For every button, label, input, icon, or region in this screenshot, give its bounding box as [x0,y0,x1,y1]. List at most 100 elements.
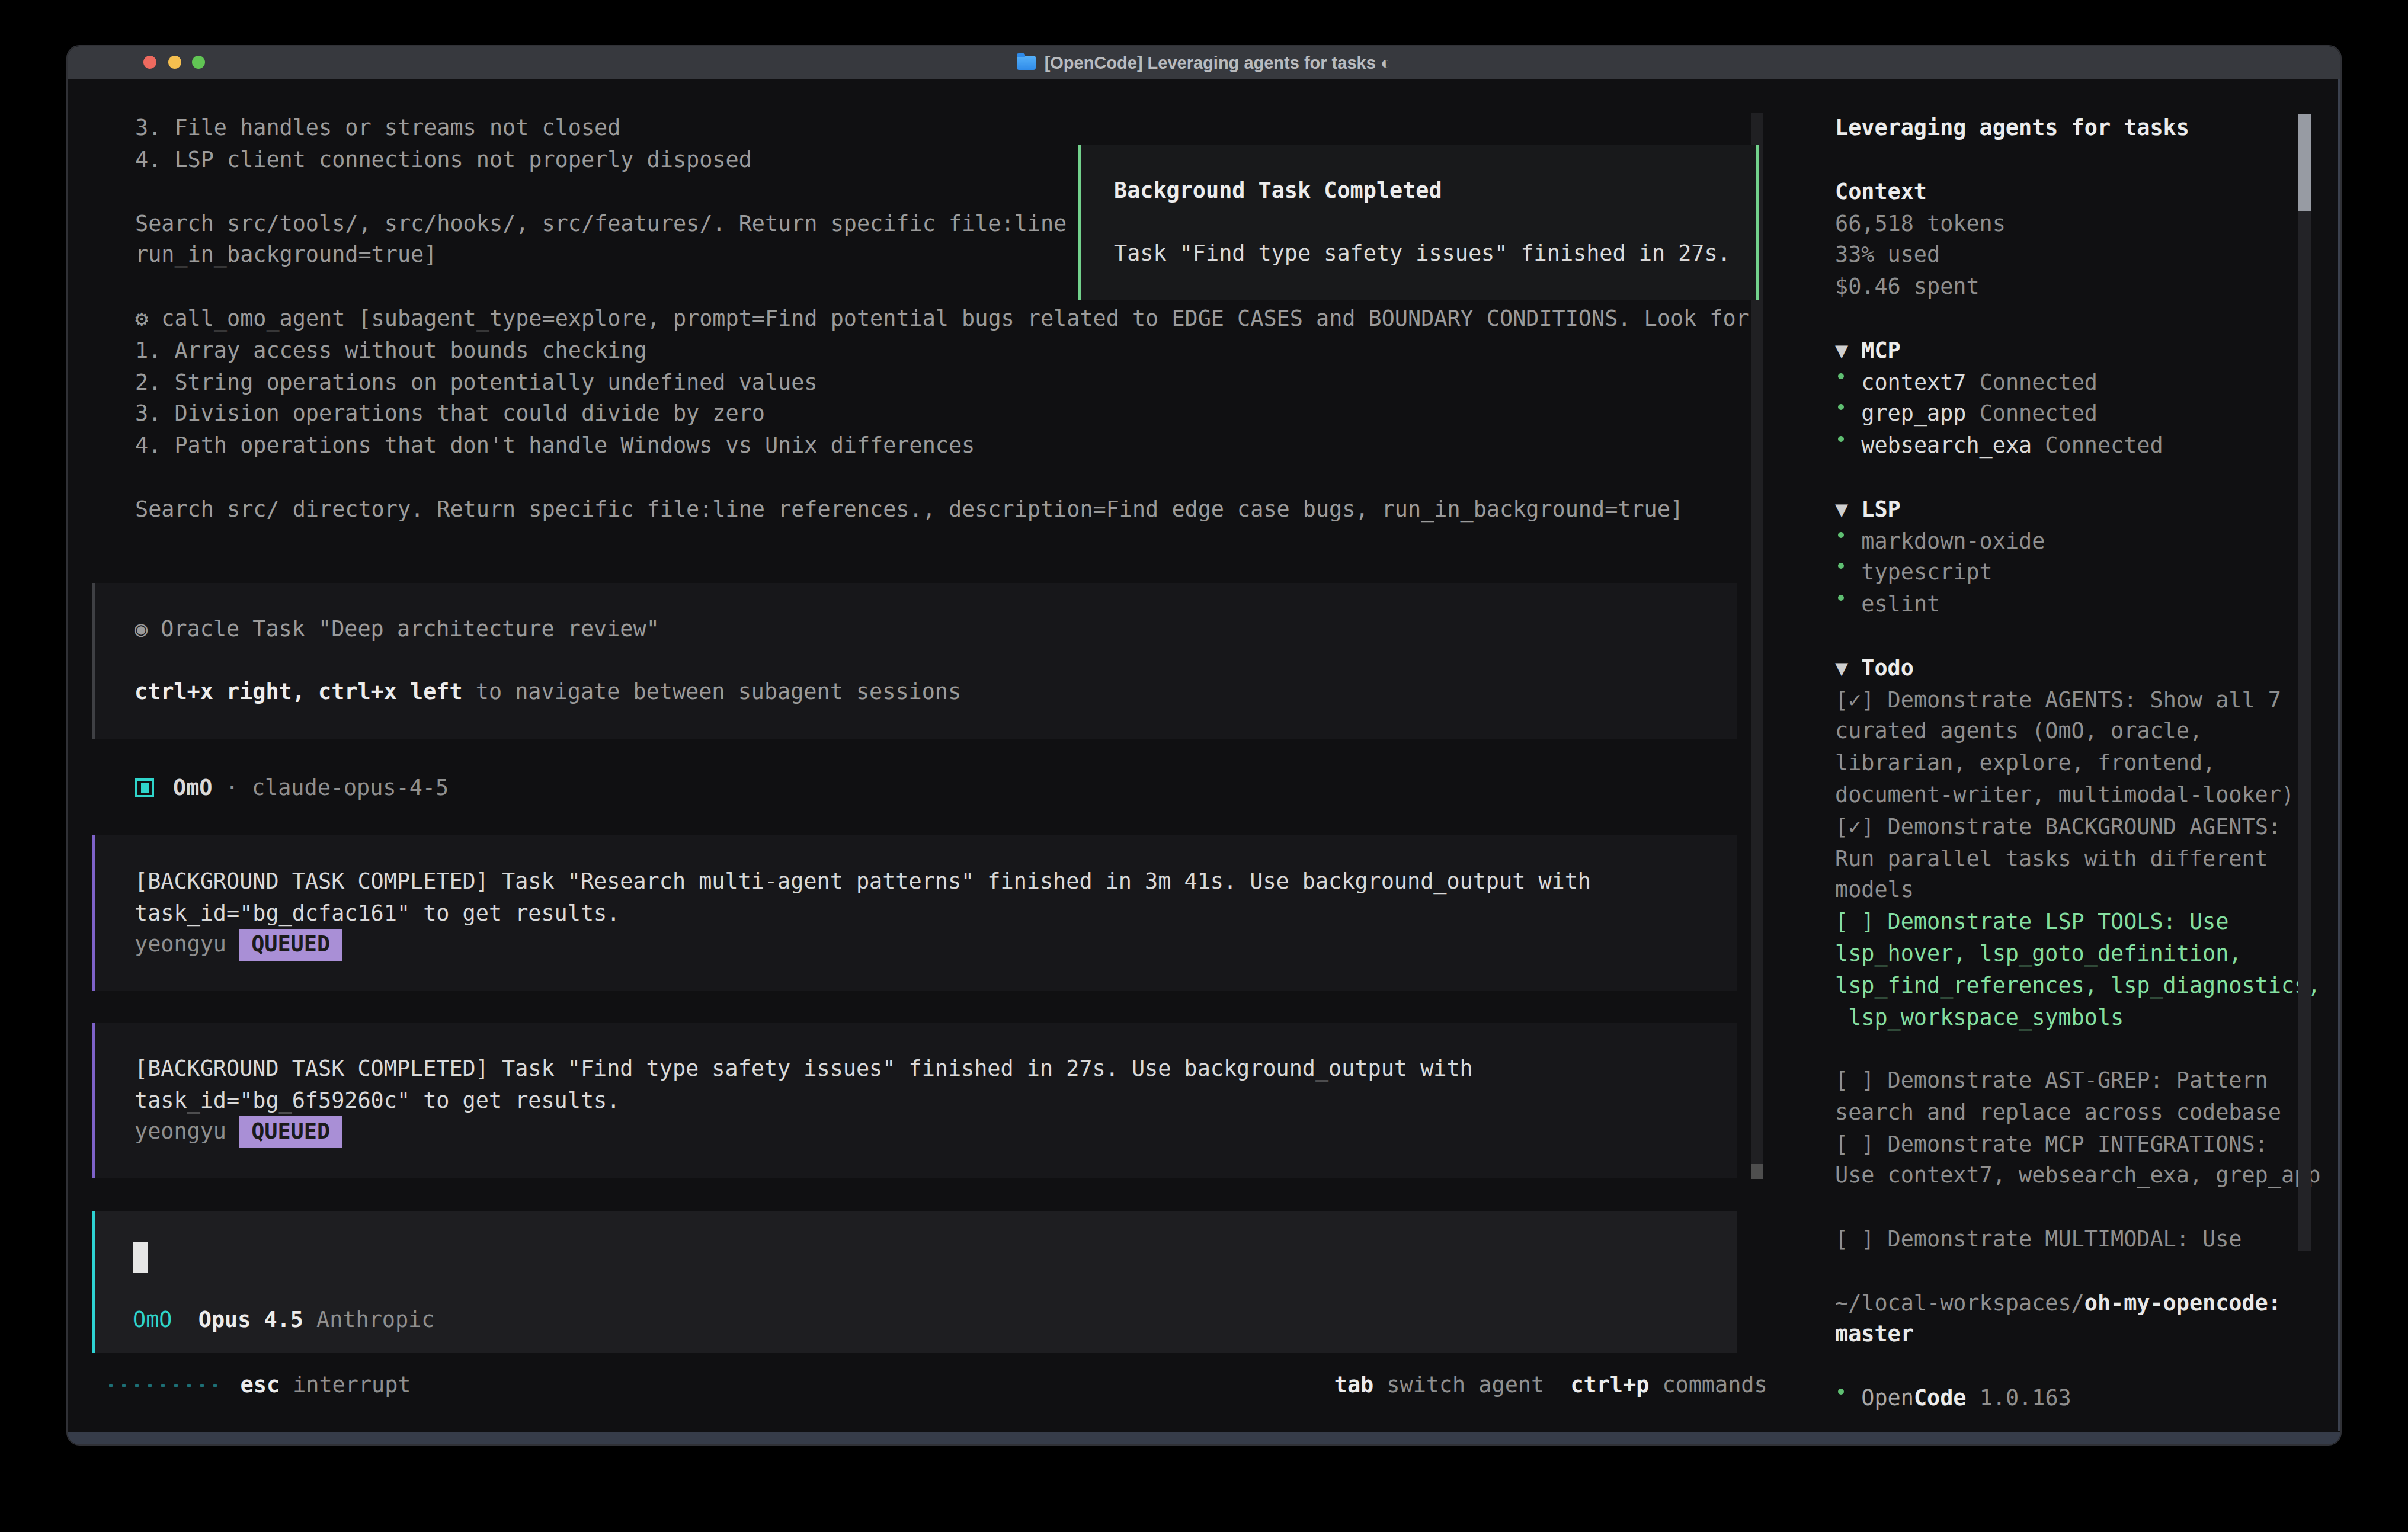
text-line: $0.46 spent [1835,271,2333,303]
text-line [135,462,1749,494]
agent-icon [135,779,154,798]
text-line: ▼Todo [1835,652,2333,684]
text-line: [BACKGROUND TASK COMPLETED] Task "Find t… [135,1053,1737,1085]
text-line [1114,207,1756,239]
activity-dot [174,1384,178,1387]
text-line: Task "Find type safety issues" finished … [1114,239,1756,271]
text-line [1835,1193,2333,1225]
text-line: ~/local-workspaces/oh-my-opencode: [1835,1287,2333,1319]
text-line [1835,303,2333,335]
text-line: context7 Connected [1835,367,2333,399]
activity-dot [108,1384,112,1387]
oracle-task-box: ◉ Oracle Task "Deep architecture review"… [92,583,1737,739]
text-line: grep_app Connected [1835,399,2333,431]
text-line: [ ] Demonstrate AST-GREP: Pattern [1835,1065,2333,1097]
text-line: lsp_find_references, lsp_diagnostics, [1835,970,2333,1002]
activity-dot [161,1384,165,1387]
text-cursor [133,1242,148,1273]
close-button[interactable] [143,56,156,69]
text-line: 1. Array access without bounds checking [135,335,1749,367]
text-line: [ ] Demonstrate MULTIMODAL: Use [1835,1224,2333,1256]
zoom-button[interactable] [192,56,205,69]
window-edge [2337,79,2340,1432]
text-line [1835,1256,2333,1288]
text-line: Background Task Completed [1114,175,1756,207]
text-line: task_id="bg_6f59260c" to get results. [135,1085,1737,1117]
text-line: OpenCode 1.0.163 [1835,1383,2333,1415]
text-line [1835,145,2333,177]
text-line: lsp_hover, lsp_goto_definition, [1835,938,2333,970]
text-line: Use context7, websearch_exa, grep_app [1835,1161,2333,1193]
text-line: 33% used [1835,240,2333,272]
text-line: 4. Path operations that don't handle Win… [135,430,1749,462]
window-title: [OpenCode] Leveraging agents for tasks ◐ [68,46,2340,79]
window-title-text: [OpenCode] Leveraging agents for tasks ◐ [1045,53,1391,72]
text-line: markdown-oxide [1835,525,2333,557]
text-line [1835,1351,2333,1383]
text-line: ▼MCP [1835,335,2333,367]
text-line: [✓] Demonstrate BACKGROUND AGENTS: [1835,811,2333,843]
text-line: eslint [1835,589,2333,621]
background-task-message: [BACKGROUND TASK COMPLETED] Task "Find t… [92,1023,1737,1178]
text-line: curated agents (OmO, oracle, [1835,716,2333,748]
sidebar: Leveraging agents for tasks Context66,51… [1835,113,2333,1414]
text-line [135,645,1737,677]
text-line: [ ] Demonstrate LSP TOOLS: Use [1835,906,2333,938]
text-line: librarian, explore, frontend, [1835,748,2333,780]
sidebar-scrollbar[interactable] [2297,114,2311,1252]
text-line: master [1835,1319,2333,1351]
text-line: typescript [1835,557,2333,589]
text-line: esc interrupt [241,1370,411,1402]
activity-dot [121,1384,125,1387]
input-model-line: OmO Opus 4.5 Anthropic [133,1305,1737,1337]
folder-icon [1017,56,1036,70]
text-line [1835,462,2333,494]
text-line: yeongyu QUEUED [135,930,1737,961]
text-line: 2. String operations on potentially unde… [135,367,1749,399]
text-line: [ ] Demonstrate MCP INTEGRATIONS: [1835,1129,2333,1161]
activity-dot [135,1384,139,1387]
text-line: lsp_workspace_symbols [1835,1002,2333,1034]
text-line: [BACKGROUND TASK COMPLETED] Task "Resear… [135,866,1737,898]
text-line: OmO Opus 4.5 Anthropic [133,1305,1737,1337]
scrollbar-thumb[interactable] [2297,114,2311,211]
text-line: 3. Division operations that could divide… [135,399,1749,431]
text-line: [✓] Demonstrate AGENTS: Show all 7 [1835,684,2333,716]
text-line [1835,1034,2333,1066]
separator-dot: · [226,775,239,800]
text-line: Run parallel tasks with different [1835,843,2333,875]
text-line: document-writer, multimodal-looker) [1835,780,2333,812]
prompt-input[interactable]: OmO Opus 4.5 Anthropic [92,1212,1737,1353]
activity-dot [214,1384,217,1387]
text-line: websearch_exa Connected [1835,430,2333,462]
agent-model: claude-opus-4-5 [252,775,449,800]
agent-name: OmO [173,775,212,800]
text-line: 3. File handles or streams not closed [135,113,1749,145]
agent-session-header: OmO · claude-opus-4-5 [135,773,449,805]
text-line: ⚙ call_omo_agent [subagent_type=explore,… [135,303,1749,335]
title-bar[interactable]: [OpenCode] Leveraging agents for tasks ◐ [68,46,2340,79]
text-line [1835,621,2333,653]
text-line: ctrl+x right, ctrl+x left to navigate be… [135,677,1737,709]
window-bottom-band [68,1432,2340,1444]
keyboard-hints: tab switch agent ctrl+p commands [1334,1370,1767,1402]
text-line: search and replace across codebase [1835,1097,2333,1129]
esc-hint: esc interrupt [241,1370,411,1402]
minimize-button[interactable] [168,56,181,69]
activity-dot [201,1384,204,1387]
text-line: 66,518 tokens [1835,208,2333,240]
text-line: Leveraging agents for tasks [1835,113,2333,145]
background-task-message: [BACKGROUND TASK COMPLETED] Task "Resear… [92,835,1737,991]
text-line: task_id="bg_dcfac161" to get results. [135,898,1737,930]
text-line: models [1835,875,2333,907]
terminal-content: 3. File handles or streams not closed 4. … [68,46,2340,1444]
text-line: Context [1835,177,2333,209]
scrollbar-thumb[interactable] [1751,1164,1763,1180]
text-line: tab switch agent ctrl+p commands [1334,1370,1767,1402]
terminal-window: 3. File handles or streams not closed 4. … [68,46,2340,1444]
text-line: ▼LSP [1835,494,2333,526]
activity-dot [148,1384,152,1387]
activity-dots [108,1370,227,1402]
text-line: Search src/ directory. Return specific f… [135,494,1749,526]
notification-toast: Background Task Completed Task "Find typ… [1078,145,1758,300]
